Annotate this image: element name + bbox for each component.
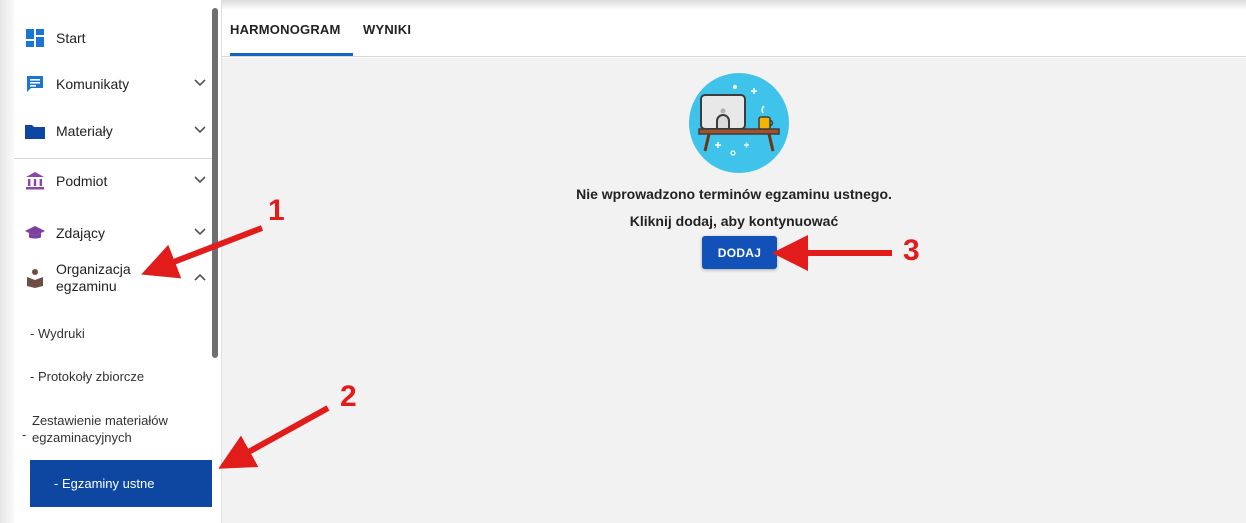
dash-prefix: -	[22, 427, 27, 442]
sidebar-item-organizacja-egzaminu[interactable]: Organizacja egzaminu	[14, 253, 210, 303]
sidebar-shadow	[0, 0, 14, 523]
sidebar-scrollbar[interactable]	[212, 8, 218, 358]
folder-icon	[24, 120, 46, 142]
sidebar-item-label: Start	[56, 29, 86, 46]
top-shadow	[222, 0, 1246, 10]
sidebar-item-materialy[interactable]: Materiały	[14, 108, 210, 154]
annotation-number-2: 2	[340, 380, 357, 413]
empty-state-subtitle: Kliknij dodaj, aby kontynuować	[629, 213, 839, 229]
sidebar-item-label: Materiały	[56, 122, 113, 139]
sidebar-subitem-protokoly-zbiorcze[interactable]: - Protokoły zbiorcze	[30, 368, 212, 385]
chevron-down-icon	[194, 175, 206, 187]
tab-wyniki[interactable]: WYNIKI	[363, 22, 411, 37]
chevron-down-icon	[194, 125, 206, 137]
chevron-down-icon	[194, 227, 206, 239]
chevron-up-icon	[194, 272, 206, 284]
empty-state-title: Nie wprowadzono terminów egzaminu ustneg…	[576, 186, 892, 202]
institution-icon	[24, 170, 46, 192]
desk-reader-icon	[24, 267, 46, 289]
sidebar-item-komunikaty[interactable]: Komunikaty	[14, 61, 210, 107]
sidebar-item-start[interactable]: Start	[14, 15, 210, 61]
sidebar-subitem-egzaminy-ustne[interactable]: - Egzaminy ustne	[30, 460, 212, 507]
sidebar-subitem-zestawienie-materialow[interactable]: Zestawienie materiałów - egzaminacyjnych	[22, 412, 204, 446]
label-line-2: egzaminacyjnych	[32, 430, 132, 445]
dashboard-icon	[24, 27, 46, 49]
active-tab-indicator	[230, 53, 353, 56]
sidebar-item-label: Komunikaty	[56, 75, 130, 92]
sidebar-item-label: Zdający	[56, 224, 106, 241]
sidebar-item-label: Podmiot	[56, 172, 108, 189]
graduation-cap-icon	[24, 222, 46, 244]
sidebar: Start Komunikaty Materiały Podmiot Zdają…	[0, 0, 222, 523]
sidebar-item-label: - Egzaminy ustne	[54, 476, 155, 491]
label-line-2: egzaminu	[56, 278, 117, 294]
label-line-1: Organizacja	[56, 261, 131, 277]
chevron-down-icon	[194, 78, 206, 90]
sidebar-item-zdajacy[interactable]: Zdający	[14, 210, 210, 256]
sidebar-subitem-wydruki[interactable]: - Wydruki	[30, 325, 212, 342]
add-button[interactable]: DODAJ	[702, 236, 777, 269]
sidebar-item-podmiot[interactable]: Podmiot	[14, 158, 210, 204]
annotation-number-1: 1	[268, 194, 285, 227]
empty-state-illustration	[689, 73, 789, 173]
sidebar-item-label: Organizacja egzaminu	[56, 261, 131, 295]
label-line-1: Zestawienie materiałów	[32, 413, 168, 428]
tab-harmonogram[interactable]: HARMONOGRAM	[230, 22, 341, 37]
message-icon	[24, 73, 46, 95]
label-line-2-wrap: - egzaminacyjnych	[22, 427, 204, 446]
annotation-number-3: 3	[903, 234, 920, 267]
